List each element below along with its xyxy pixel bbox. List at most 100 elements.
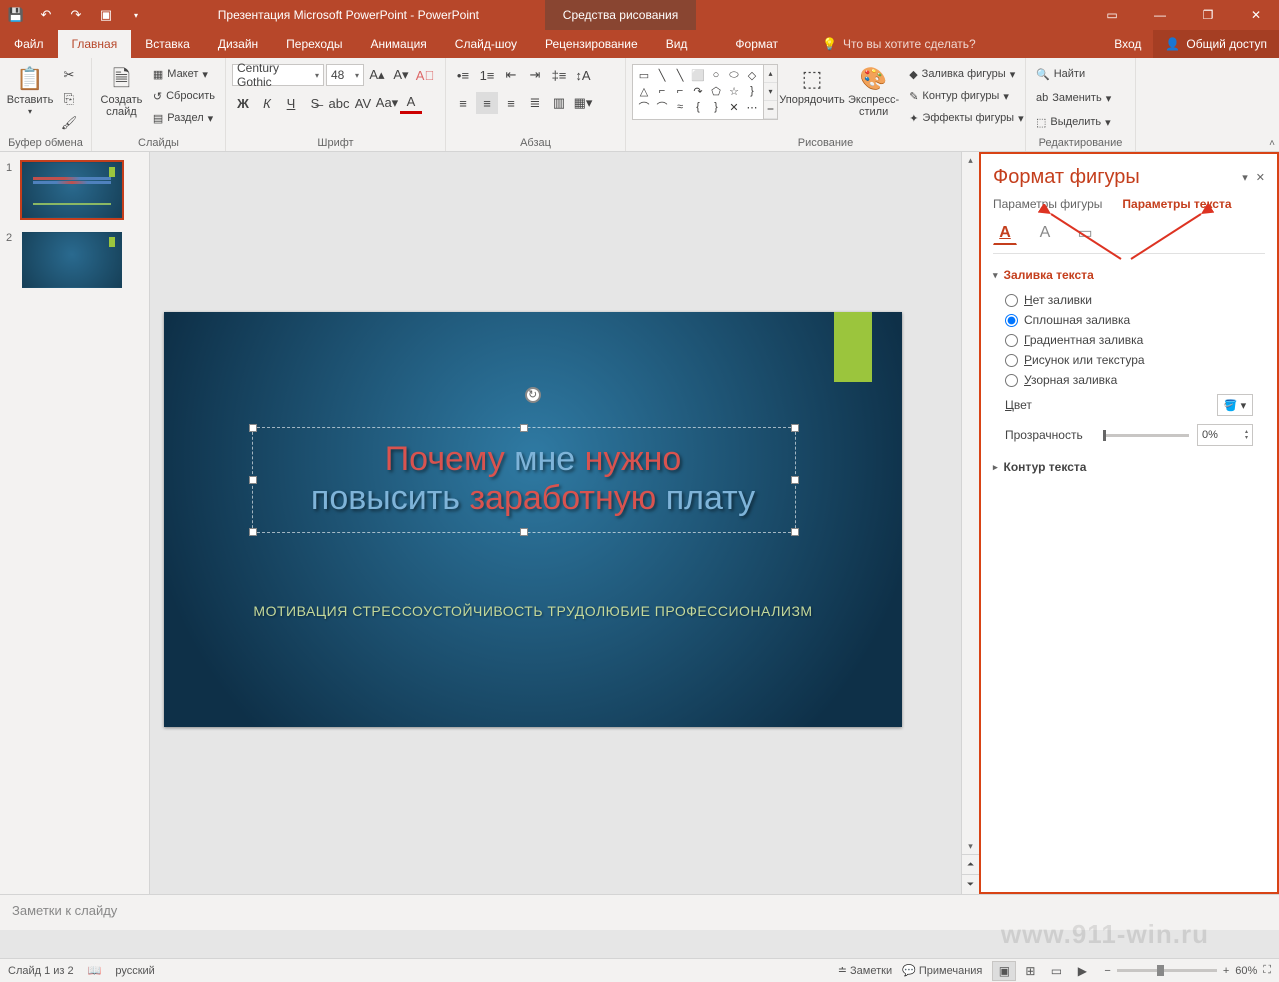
text-fill-outline-icon[interactable]: A xyxy=(993,221,1017,245)
resize-handle[interactable] xyxy=(249,424,257,432)
thumbnail-slide-1[interactable]: 1 xyxy=(6,162,143,218)
tab-home[interactable]: Главная xyxy=(58,30,132,58)
language-indicator[interactable]: русский xyxy=(115,965,154,977)
slide-subtitle-text[interactable]: МОТИВАЦИЯ СТРЕССОУСТОЙЧИВОСТЬ ТРУДОЛЮБИЕ… xyxy=(214,603,852,619)
shadow-icon[interactable]: abc xyxy=(328,92,350,114)
minimize-icon[interactable]: — xyxy=(1137,0,1183,30)
select-button[interactable]: ⬚ Выделить ▾ xyxy=(1032,112,1115,132)
close-icon[interactable]: ✕ xyxy=(1233,0,1279,30)
save-icon[interactable]: 💾 xyxy=(8,7,24,23)
font-color-icon[interactable]: A xyxy=(400,92,422,114)
align-right-icon[interactable]: ≡ xyxy=(500,92,522,114)
change-case-icon[interactable]: Aa▾ xyxy=(376,92,398,114)
align-center-icon[interactable]: ≡ xyxy=(476,92,498,114)
reading-view-icon[interactable]: ▭ xyxy=(1044,961,1068,981)
replace-button[interactable]: ab Заменить ▾ xyxy=(1032,88,1115,108)
radio-pattern-fill[interactable]: Узорная заливка xyxy=(993,370,1265,390)
pane-close-icon[interactable]: ✕ xyxy=(1256,171,1265,184)
increase-font-icon[interactable]: A▴ xyxy=(366,64,388,86)
tab-insert[interactable]: Вставка xyxy=(131,30,204,58)
normal-view-icon[interactable]: ▣ xyxy=(992,961,1016,981)
scroll-down-icon[interactable]: ▾ xyxy=(962,838,979,854)
reset-button[interactable]: ↺ Сбросить xyxy=(149,86,219,106)
shapes-gallery[interactable]: ▭╲╲⬜○⬭◇ △⌐⌐↷⬠☆} ⌒⌒≈{}✕⋯ xyxy=(632,64,764,120)
spellcheck-icon[interactable]: 📖 xyxy=(88,964,102,977)
pane-tab-text-options[interactable]: Параметры текста xyxy=(1122,197,1231,211)
tab-slideshow[interactable]: Слайд-шоу xyxy=(441,30,531,58)
slide-accent-shape[interactable] xyxy=(834,312,872,382)
zoom-level[interactable]: 60% xyxy=(1235,965,1257,977)
radio-picture-fill[interactable]: Рисунок или текстура xyxy=(993,350,1265,370)
prev-slide-icon[interactable]: ⏶ xyxy=(962,854,979,874)
maximize-icon[interactable]: ❐ xyxy=(1185,0,1231,30)
shapes-gallery-more[interactable]: ▴▾＝ xyxy=(764,64,778,120)
rotation-handle[interactable] xyxy=(525,387,541,403)
align-left-icon[interactable]: ≡ xyxy=(452,92,474,114)
quick-styles-button[interactable]: 🎨 Экспресс-стили xyxy=(846,64,901,120)
undo-icon[interactable]: ↶ xyxy=(38,7,54,23)
bullets-icon[interactable]: •≡ xyxy=(452,64,474,86)
section-button[interactable]: ▤ Раздел ▾ xyxy=(149,108,219,128)
transparency-input[interactable]: 0%▴▾ xyxy=(1197,424,1253,446)
tab-transitions[interactable]: Переходы xyxy=(272,30,356,58)
tell-me-input[interactable]: 💡 Что вы хотите сделать? xyxy=(822,30,976,58)
sorter-view-icon[interactable]: ⊞ xyxy=(1018,961,1042,981)
zoom-slider[interactable] xyxy=(1117,969,1217,972)
collapse-ribbon-icon[interactable]: ˄ xyxy=(1269,138,1275,149)
copy-icon[interactable]: ⎘ xyxy=(58,88,80,110)
align-text-icon[interactable]: ▦▾ xyxy=(572,92,594,114)
shape-effects-button[interactable]: ✦ Эффекты фигуры ▾ xyxy=(905,108,1027,128)
tab-design[interactable]: Дизайн xyxy=(204,30,272,58)
start-from-beginning-icon[interactable]: ▣ xyxy=(98,7,114,23)
shape-fill-button[interactable]: ◆ Заливка фигуры ▾ xyxy=(905,64,1027,84)
tab-animations[interactable]: Анимация xyxy=(356,30,440,58)
new-slide-button[interactable]: 🗎 Создать слайд xyxy=(98,64,145,120)
tab-view[interactable]: Вид xyxy=(652,30,702,58)
next-slide-icon[interactable]: ⏷ xyxy=(962,874,979,894)
ribbon-display-icon[interactable]: ▭ xyxy=(1089,0,1135,30)
color-picker-button[interactable]: 🪣 ▾ xyxy=(1217,394,1253,416)
textbox-icon[interactable]: ▭ xyxy=(1073,221,1097,245)
numbering-icon[interactable]: 1≡ xyxy=(476,64,498,86)
sign-in-link[interactable]: Вход xyxy=(1102,37,1153,51)
qat-more-icon[interactable]: ▾ xyxy=(128,7,144,23)
pane-tab-shape-options[interactable]: Параметры фигуры xyxy=(993,197,1102,211)
slide-canvas[interactable]: Почему мне нужно повысить заработную пла… xyxy=(164,312,902,727)
vertical-scrollbar[interactable]: ▴ ▾ ⏶ ⏷ xyxy=(961,152,979,894)
bold-icon[interactable]: Ж xyxy=(232,92,254,114)
notes-pane[interactable]: Заметки к слайду xyxy=(0,894,1279,930)
shape-outline-button[interactable]: ✎ Контур фигуры ▾ xyxy=(905,86,1027,106)
radio-gradient-fill[interactable]: Градиентная заливка xyxy=(993,330,1265,350)
increase-indent-icon[interactable]: ⇥ xyxy=(524,64,546,86)
slide-editor[interactable]: Почему мне нужно повысить заработную пла… xyxy=(150,152,979,894)
font-name-combo[interactable]: Century Gothic▾ xyxy=(232,64,324,86)
decrease-font-icon[interactable]: A▾ xyxy=(390,64,412,86)
tab-file[interactable]: Файл xyxy=(0,30,58,58)
radio-solid-fill[interactable]: Сплошная заливка xyxy=(993,310,1265,330)
decrease-indent-icon[interactable]: ⇤ xyxy=(500,64,522,86)
section-text-outline[interactable]: ▸Контур текста xyxy=(993,460,1265,474)
radio-no-fill[interactable]: Нет заливки xyxy=(993,290,1265,310)
arrange-button[interactable]: ⬚ Упорядочить xyxy=(782,64,842,108)
thumbnail-slide-2[interactable]: 2 xyxy=(6,232,143,288)
resize-handle[interactable] xyxy=(791,424,799,432)
tab-review[interactable]: Рецензирование xyxy=(531,30,652,58)
transparency-slider[interactable] xyxy=(1103,434,1189,437)
scroll-up-icon[interactable]: ▴ xyxy=(962,152,979,168)
zoom-out-icon[interactable]: − xyxy=(1104,965,1110,977)
find-button[interactable]: 🔍 Найти xyxy=(1032,64,1089,84)
justify-icon[interactable]: ≣ xyxy=(524,92,546,114)
text-direction-icon[interactable]: ↕A xyxy=(572,64,594,86)
format-painter-icon[interactable]: 🖌 xyxy=(58,112,80,134)
resize-handle[interactable] xyxy=(520,424,528,432)
zoom-in-icon[interactable]: + xyxy=(1223,965,1229,977)
italic-icon[interactable]: К xyxy=(256,92,278,114)
resize-handle[interactable] xyxy=(520,528,528,536)
line-spacing-icon[interactable]: ‡≡ xyxy=(548,64,570,86)
section-text-fill[interactable]: ▾Заливка текста xyxy=(993,268,1265,282)
comments-toggle[interactable]: 💬 Примечания xyxy=(902,964,982,977)
paste-button[interactable]: 📋 Вставить ▾ xyxy=(6,64,54,119)
resize-handle[interactable] xyxy=(249,476,257,484)
layout-button[interactable]: ▦ Макет ▾ xyxy=(149,64,219,84)
redo-icon[interactable]: ↷ xyxy=(68,7,84,23)
